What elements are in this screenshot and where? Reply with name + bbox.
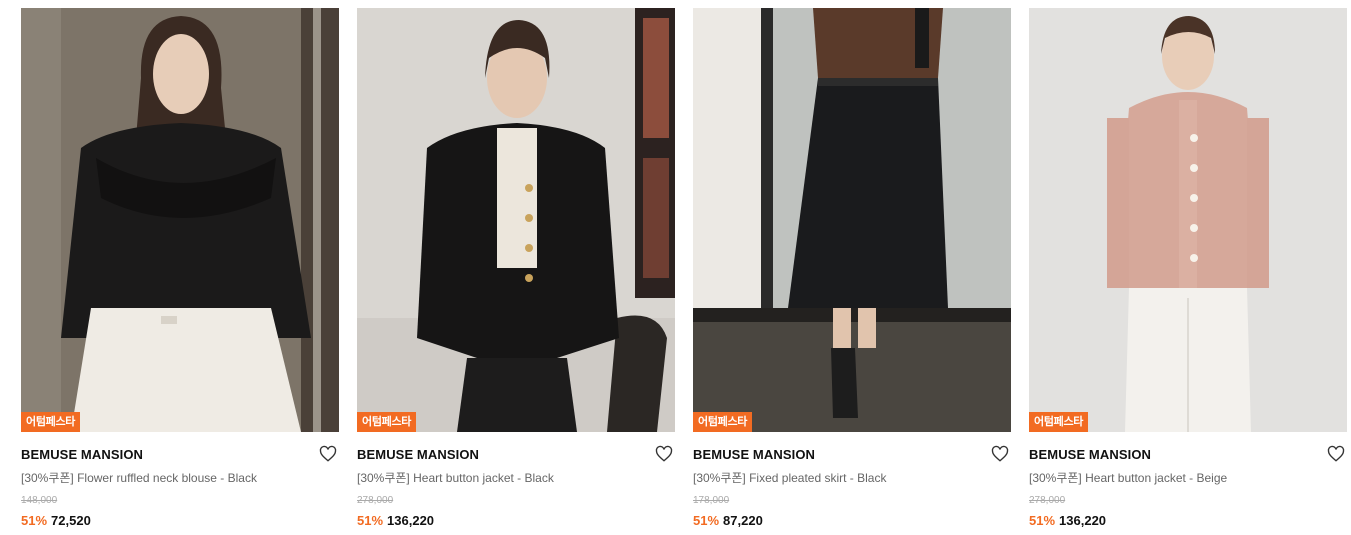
price-line: 51% 136,220 xyxy=(1029,513,1347,529)
product-name[interactable]: [30%쿠폰] Heart button jacket - Beige xyxy=(1029,470,1347,486)
sale-price: 136,220 xyxy=(1059,513,1107,528)
price-line: 51% 72,520 xyxy=(21,513,339,529)
sale-price: 87,220 xyxy=(723,513,763,528)
discount-rate: 51% xyxy=(357,513,384,528)
product-card[interactable]: 어텀페스타 BEMUSE MANSION [30%쿠폰] Flower ruff… xyxy=(21,8,339,529)
sale-price: 136,220 xyxy=(387,513,435,528)
brand-name[interactable]: BEMUSE MANSION xyxy=(1029,447,1347,463)
promo-badge: 어텀페스타 xyxy=(21,412,81,432)
original-price: 278,000 xyxy=(1029,495,1066,506)
promo-badge: 어텀페스타 xyxy=(1029,412,1089,432)
product-photo xyxy=(693,8,1011,432)
product-card[interactable]: 어텀페스타 BEMUSE MANSION [30%쿠폰] Fixed pleat… xyxy=(693,8,1011,529)
price-line: 51% 136,220 xyxy=(357,513,675,529)
original-price: 278,000 xyxy=(357,495,394,506)
product-photo xyxy=(1029,8,1347,432)
original-price: 148,000 xyxy=(21,495,58,506)
discount-rate: 51% xyxy=(1029,513,1056,528)
product-card[interactable]: 어텀페스타 BEMUSE MANSION [30%쿠폰] Heart butto… xyxy=(357,8,675,529)
promo-badge: 어텀페스타 xyxy=(357,412,417,432)
sale-price: 72,520 xyxy=(51,513,91,528)
heart-outline-icon[interactable] xyxy=(1327,445,1345,463)
product-image[interactable]: 어텀페스타 xyxy=(1029,8,1347,432)
product-name[interactable]: [30%쿠폰] Heart button jacket - Black xyxy=(357,470,675,486)
product-image[interactable]: 어텀페스타 xyxy=(21,8,339,432)
product-grid: 어텀페스타 BEMUSE MANSION [30%쿠폰] Flower ruff… xyxy=(21,8,1347,529)
heart-outline-icon[interactable] xyxy=(319,445,337,463)
product-photo xyxy=(357,8,675,432)
original-price: 178,000 xyxy=(693,495,730,506)
price-line: 51% 87,220 xyxy=(693,513,1011,529)
product-image[interactable]: 어텀페스타 xyxy=(357,8,675,432)
product-card[interactable]: 어텀페스타 BEMUSE MANSION [30%쿠폰] Heart butto… xyxy=(1029,8,1347,529)
heart-outline-icon[interactable] xyxy=(655,445,673,463)
product-photo xyxy=(21,8,339,432)
brand-name[interactable]: BEMUSE MANSION xyxy=(21,447,339,463)
product-image[interactable]: 어텀페스타 xyxy=(693,8,1011,432)
product-name[interactable]: [30%쿠폰] Fixed pleated skirt - Black xyxy=(693,470,1011,486)
brand-name[interactable]: BEMUSE MANSION xyxy=(357,447,675,463)
brand-name[interactable]: BEMUSE MANSION xyxy=(693,447,1011,463)
heart-outline-icon[interactable] xyxy=(991,445,1009,463)
product-name[interactable]: [30%쿠폰] Flower ruffled neck blouse - Bla… xyxy=(21,470,339,486)
discount-rate: 51% xyxy=(21,513,48,528)
discount-rate: 51% xyxy=(693,513,720,528)
promo-badge: 어텀페스타 xyxy=(693,412,753,432)
